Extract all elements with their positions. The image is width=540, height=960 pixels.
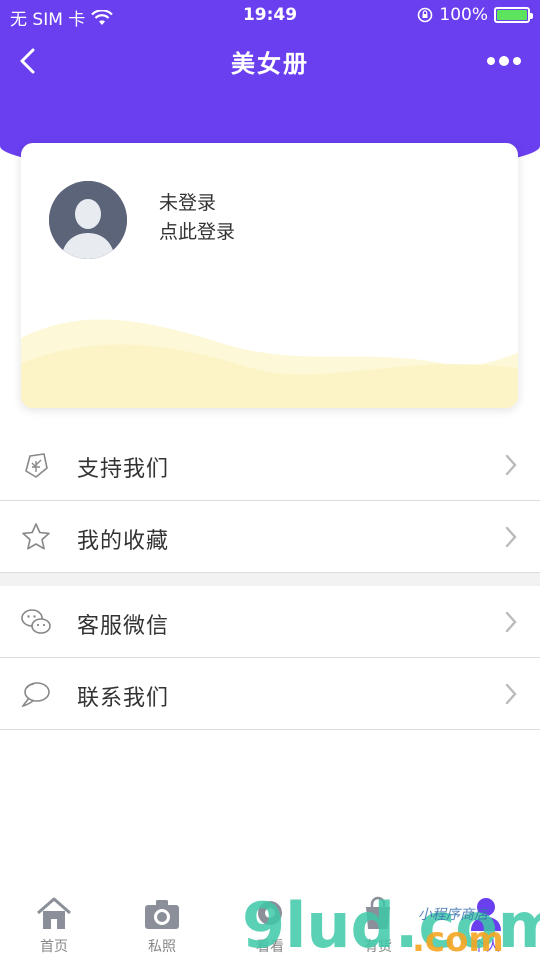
more-dot-icon [499, 56, 509, 66]
wave-decoration [21, 319, 518, 408]
battery-percent: 100% [439, 5, 488, 25]
menu-label: 我的收藏 [77, 529, 170, 554]
chevron-right-icon [505, 454, 517, 476]
status-right: 100% [417, 5, 533, 25]
home-icon [37, 897, 71, 929]
chat-bubble-icon [21, 682, 50, 708]
chevron-right-icon [505, 683, 517, 705]
login-info: 未登录 点此登录 [159, 189, 235, 247]
status-bar: 无 SIM 卡 19:49 100% [0, 0, 540, 32]
menu-group-secondary: 客服微信 联系我们 [0, 586, 540, 730]
watermark-logo: 9lud.com .com 小程序商店 [242, 889, 540, 960]
more-dot-icon [487, 57, 495, 65]
group-separator [0, 573, 540, 586]
login-status-text: 未登录 [159, 192, 217, 214]
menu-item-favorites[interactable]: 我的收藏 [0, 501, 540, 573]
menu-item-wechat-service[interactable]: 客服微信 [0, 586, 540, 658]
more-button[interactable] [484, 48, 524, 74]
menu-item-contact[interactable]: 联系我们 [0, 658, 540, 730]
watermark-subtext: 小程序商店 [418, 907, 490, 923]
tab-label: 首页 [40, 939, 68, 955]
avatar [49, 181, 127, 259]
menu-label: 客服微信 [77, 614, 170, 639]
star-icon [22, 523, 50, 550]
battery-icon [494, 7, 533, 23]
menu-group-primary: 支持我们 我的收藏 [0, 429, 540, 573]
svg-text:.com: .com [412, 920, 504, 960]
menu-label: 联系我们 [77, 686, 170, 711]
more-dot-icon [513, 57, 521, 65]
default-avatar-icon [49, 181, 127, 259]
camera-icon [145, 900, 179, 929]
tab-label: 私照 [148, 939, 176, 955]
tab-home[interactable]: 首页 [0, 895, 108, 959]
login-prompt-text[interactable]: 点此登录 [159, 218, 235, 247]
chevron-right-icon [505, 526, 517, 548]
menu-label: 支持我们 [77, 457, 170, 482]
menu-item-support[interactable]: 支持我们 [0, 429, 540, 501]
nav-bar: 美女册 [0, 36, 540, 86]
chevron-right-icon [505, 611, 517, 633]
orientation-lock-icon [418, 7, 433, 23]
profile-card[interactable]: 未登录 点此登录 [21, 143, 518, 408]
wechat-icon [21, 609, 51, 634]
page-title: 美女册 [231, 50, 309, 78]
tab-private-photos[interactable]: 私照 [108, 895, 216, 959]
tip-icon [25, 453, 48, 478]
